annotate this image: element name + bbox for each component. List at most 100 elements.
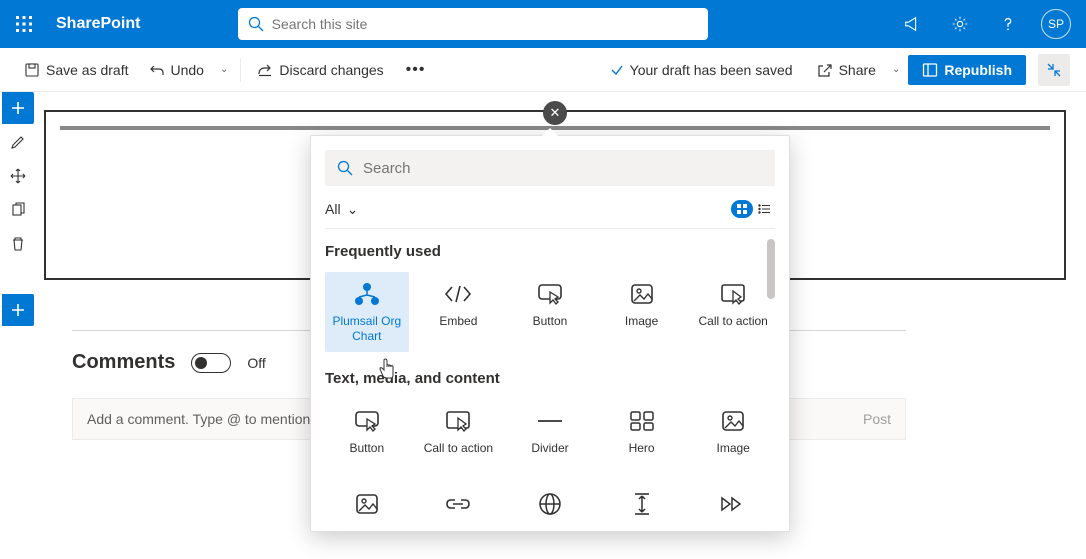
discard-label: Discard changes	[279, 62, 383, 78]
picker-search-input[interactable]	[363, 160, 763, 177]
embed-icon	[443, 280, 473, 308]
republish-label: Republish	[944, 62, 1012, 78]
share-icon	[817, 62, 833, 78]
avatar-initials: SP	[1041, 9, 1071, 39]
collapse-icon	[1047, 63, 1061, 77]
post-button[interactable]: Post	[863, 411, 891, 427]
webpart-embed[interactable]: Embed	[417, 272, 501, 352]
separator	[240, 58, 241, 82]
button-icon	[354, 407, 380, 435]
button-icon	[537, 280, 563, 308]
webpart-web[interactable]	[508, 482, 592, 526]
collapse-button[interactable]	[1038, 54, 1070, 86]
user-avatar[interactable]: SP	[1034, 0, 1078, 48]
header-actions: SP	[890, 0, 1078, 48]
image-icon	[721, 407, 745, 435]
check-icon	[610, 63, 624, 77]
rail-delete-button[interactable]	[2, 228, 34, 260]
rail-add-top-button[interactable]	[2, 92, 34, 124]
undo-label: Undo	[171, 62, 204, 78]
divider-icon	[538, 407, 562, 435]
saved-status: Your draft has been saved	[610, 62, 793, 78]
webpart-image[interactable]: Image	[600, 272, 684, 352]
site-search-input[interactable]	[272, 16, 698, 32]
comments-title: Comments	[72, 351, 175, 374]
item-label: Divider	[531, 441, 568, 456]
item-label: Plumsail Org Chart	[327, 314, 407, 344]
view-grid-button[interactable]	[731, 200, 753, 218]
item-label: Embed	[439, 314, 477, 329]
cta-icon	[445, 407, 471, 435]
app-launcher-icon[interactable]	[8, 8, 40, 40]
megaphone-icon[interactable]	[890, 0, 934, 48]
undo-icon	[149, 62, 165, 78]
spacer-icon	[633, 490, 651, 518]
item-label: Image	[716, 441, 749, 456]
item-label: Button	[349, 441, 384, 456]
discard-button[interactable]: Discard changes	[249, 56, 391, 84]
comment-placeholder: Add a comment. Type @ to mention	[87, 411, 310, 427]
item-label: Button	[533, 314, 568, 329]
undo-button[interactable]: Undo	[141, 56, 212, 84]
webpart-call-to-action-2[interactable]: Call to action	[417, 399, 501, 464]
hero-icon	[630, 407, 654, 435]
webpart-stream[interactable]	[691, 482, 775, 526]
save-icon	[24, 62, 40, 78]
republish-button[interactable]: Republish	[908, 55, 1026, 85]
gear-icon[interactable]	[938, 0, 982, 48]
suite-header: SharePoint SP	[0, 0, 1086, 48]
command-bar: Save as draft Undo ⌄ Discard changes •••…	[0, 48, 1086, 92]
discard-icon	[257, 62, 273, 78]
webpart-call-to-action[interactable]: Call to action	[691, 272, 775, 352]
comments-toggle[interactable]	[191, 353, 231, 373]
rail-edit-button[interactable]	[2, 126, 34, 158]
undo-chevron-icon[interactable]: ⌄	[216, 58, 232, 81]
share-button[interactable]: Share	[809, 56, 884, 84]
globe-icon	[538, 490, 562, 518]
webpart-hero[interactable]: Hero	[600, 399, 684, 464]
saved-status-label: Your draft has been saved	[630, 62, 793, 78]
image-icon	[630, 280, 654, 308]
section-title-text-media: Text, media, and content	[325, 370, 775, 387]
picker-body[interactable]: Frequently used Plumsail Org Chart Embed	[325, 239, 775, 531]
share-chevron-icon[interactable]: ⌄	[888, 58, 904, 81]
image-icon	[355, 490, 379, 518]
edit-rail	[0, 92, 36, 326]
close-handle-icon[interactable]: ✕	[543, 101, 567, 125]
view-list-button[interactable]	[753, 200, 775, 218]
webpart-divider[interactable]: Divider	[508, 399, 592, 464]
picker-search-box[interactable]	[325, 150, 775, 186]
rail-add-bottom-button[interactable]	[2, 294, 34, 326]
filter-label: All	[325, 201, 341, 217]
help-icon[interactable]	[986, 0, 1030, 48]
picker-filter-dropdown[interactable]: All ⌄	[325, 201, 358, 218]
cta-icon	[720, 280, 746, 308]
section-title-frequent: Frequently used	[325, 243, 775, 260]
webpart-image-2[interactable]: Image	[691, 399, 775, 464]
webpart-plumsail-org-chart[interactable]: Plumsail Org Chart	[325, 272, 409, 352]
link-icon	[445, 490, 471, 518]
webpart-button[interactable]: Button	[508, 272, 592, 352]
webpart-spacer[interactable]	[600, 482, 684, 526]
site-search-box[interactable]	[238, 8, 708, 40]
scrollbar[interactable]	[767, 239, 775, 299]
orgchart-icon	[354, 280, 380, 308]
republish-icon	[922, 62, 938, 78]
more-actions-button[interactable]: •••	[396, 55, 436, 85]
item-label: Image	[625, 314, 658, 329]
app-name-label: SharePoint	[56, 15, 140, 33]
rail-move-button[interactable]	[2, 160, 34, 192]
comments-toggle-label: Off	[247, 355, 265, 371]
webpart-image-gallery[interactable]	[325, 482, 409, 526]
save-draft-button[interactable]: Save as draft	[16, 56, 137, 84]
share-label: Share	[839, 62, 876, 78]
webpart-button-2[interactable]: Button	[325, 399, 409, 464]
chevron-down-icon: ⌄	[347, 201, 359, 218]
item-label: Call to action	[698, 314, 767, 329]
search-icon	[248, 16, 264, 32]
stream-icon	[720, 490, 746, 518]
rail-duplicate-button[interactable]	[2, 194, 34, 226]
item-label: Call to action	[424, 441, 493, 456]
view-toggle	[731, 200, 775, 218]
webpart-link[interactable]	[417, 482, 501, 526]
